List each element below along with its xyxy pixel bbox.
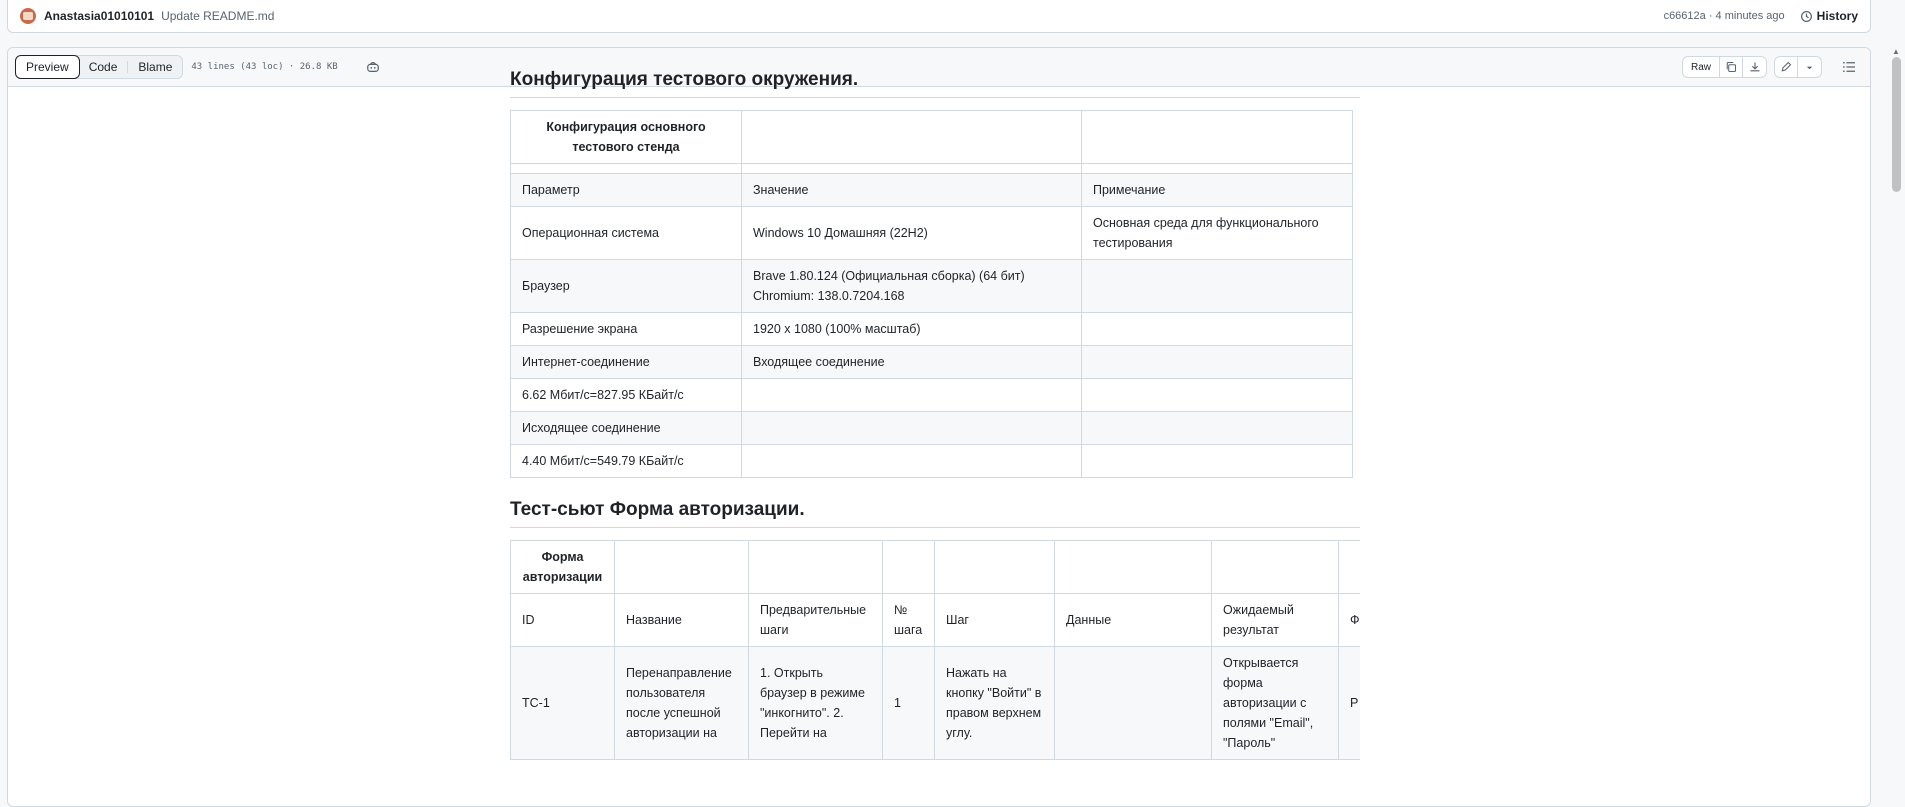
table-title-cell: Конфигурация основного тестового стенда — [510, 110, 742, 164]
pencil-icon[interactable] — [1775, 57, 1798, 77]
table-row: Исходящее соединение — [510, 411, 1353, 445]
table-row: Операционная система Windows 10 Домашняя… — [510, 206, 1353, 260]
table-cell: 1. Открыть браузер в режиме "инкогнито".… — [748, 646, 883, 760]
table-cell: Р — [1338, 646, 1360, 760]
table-cell: Разрешение экрана — [510, 312, 742, 346]
test-suite-table: Форма авторизации ID Название Предварите… — [510, 540, 1360, 760]
commit-author-link[interactable]: Anastasia01010101 — [44, 9, 154, 23]
heading-environment: Конфигурация тестового окружения. — [510, 60, 1360, 98]
empty-header-cell — [614, 540, 749, 594]
spacer-cell — [1081, 163, 1353, 174]
table-cell: Основная среда для функционального тести… — [1081, 206, 1353, 260]
table-title-cell: Форма авторизации — [510, 540, 615, 594]
table-cell: 1 — [882, 646, 935, 760]
history-button[interactable]: History — [1800, 9, 1858, 23]
table-cell — [1081, 411, 1353, 445]
table-row: 6.62 Мбит/с=827.95 КБайт/с — [510, 378, 1353, 412]
environment-table: Конфигурация основного тестового стенда … — [510, 110, 1353, 478]
table-row: Интернет-соединение Входящее соединение — [510, 345, 1353, 379]
table-cell — [1081, 312, 1353, 346]
history-label: History — [1816, 9, 1858, 23]
tab-blame[interactable]: Blame — [128, 56, 182, 78]
table-cell: Браузер — [510, 259, 742, 313]
table-cell: Данные — [1054, 593, 1212, 647]
table-cell — [741, 411, 1082, 445]
table-cell: Ожидаемый результат — [1211, 593, 1339, 647]
table-cell: Brave 1.80.124 (Официальная сборка) (64 … — [741, 259, 1082, 313]
table-cell: Значение — [741, 173, 1082, 207]
page-scrollbar[interactable]: ▲ — [1888, 47, 1905, 779]
edit-group — [1774, 56, 1822, 78]
table-cell: Предварительные шаги — [748, 593, 883, 647]
view-mode-tabs: Preview Code Blame — [15, 55, 184, 79]
empty-header-cell — [1211, 540, 1339, 594]
raw-button[interactable]: Raw — [1683, 57, 1720, 77]
table-cell: Windows 10 Домашняя (22H2) — [741, 206, 1082, 260]
table-cell — [741, 444, 1082, 478]
table-cell: 6.62 Мбит/с=827.95 КБайт/с — [510, 378, 742, 412]
copilot-icon[interactable] — [366, 60, 380, 74]
table-cell: Перенаправление пользователя после успеш… — [614, 646, 749, 760]
spacer-cell — [510, 163, 742, 174]
table-cell — [1081, 345, 1353, 379]
table-row: ID Название Предварительные шаги № шага … — [510, 593, 1360, 647]
outline-icon[interactable] — [1835, 56, 1863, 78]
test-suite-table-scroll[interactable]: Форма авторизации ID Название Предварите… — [510, 540, 1360, 760]
scroll-up-icon[interactable]: ▲ — [1892, 47, 1900, 56]
table-cell: Операционная система — [510, 206, 742, 260]
table-cell: ID — [510, 593, 615, 647]
download-icon[interactable] — [1743, 57, 1766, 77]
table-cell — [1081, 378, 1353, 412]
table-cell — [1081, 444, 1353, 478]
copy-icon[interactable] — [1720, 57, 1743, 77]
tab-code[interactable]: Code — [79, 56, 128, 78]
table-cell: № шага — [882, 593, 935, 647]
file-actions: Raw — [1681, 56, 1863, 78]
table-cell: Шаг — [934, 593, 1055, 647]
table-cell: Примечание — [1081, 173, 1353, 207]
table-cell: Название — [614, 593, 749, 647]
readme-content: Конфигурация тестового окружения. Конфиг… — [510, 60, 1360, 760]
empty-header-cell — [1054, 540, 1212, 594]
spacer-cell — [741, 163, 1082, 174]
table-cell — [1054, 646, 1212, 760]
table-row: Параметр Значение Примечание — [510, 173, 1353, 207]
file-info: 43 lines (43 loc) · 26.8 KB — [191, 62, 338, 72]
table-cell: Нажать на кнопку "Войти" в правом верхне… — [934, 646, 1055, 760]
empty-header-cell — [1338, 540, 1360, 594]
commit-meta: c66612a · 4 minutes ago History — [1664, 9, 1858, 23]
commit-message-link[interactable]: Update README.md — [161, 9, 274, 23]
empty-header-cell — [934, 540, 1055, 594]
table-cell: Входящее соединение — [741, 345, 1082, 379]
raw-copy-download-group: Raw — [1681, 56, 1767, 78]
avatar[interactable] — [20, 8, 36, 24]
chevron-down-icon[interactable] — [1798, 57, 1821, 77]
commit-hash-time[interactable]: c66612a · 4 minutes ago — [1664, 10, 1785, 22]
table-row: Разрешение экрана 1920 x 1080 (100% масш… — [510, 312, 1353, 346]
table-cell: 4.40 Мбит/с=549.79 КБайт/с — [510, 444, 742, 478]
table-row: TC-1 Перенаправление пользователя после … — [510, 646, 1360, 760]
empty-header-cell — [741, 110, 1082, 164]
empty-header-cell — [748, 540, 883, 594]
table-cell: Открывается форма авторизации с полями "… — [1211, 646, 1339, 760]
table-cell: TC-1 — [510, 646, 615, 760]
table-cell: Ф р — [1338, 593, 1360, 647]
table-cell: Интернет-соединение — [510, 345, 742, 379]
empty-header-cell — [1081, 110, 1353, 164]
table-cell — [741, 378, 1082, 412]
heading-test-suite: Тест-сьют Форма авторизации. — [510, 490, 1360, 528]
empty-header-cell — [882, 540, 935, 594]
table-row: 4.40 Мбит/с=549.79 КБайт/с — [510, 444, 1353, 478]
table-cell — [1081, 259, 1353, 313]
history-icon — [1800, 10, 1812, 22]
latest-commit-bar: Anastasia01010101 Update README.md c6661… — [7, 0, 1871, 33]
scrollbar-thumb[interactable] — [1892, 57, 1901, 192]
table-cell: Параметр — [510, 173, 742, 207]
table-cell: 1920 x 1080 (100% масштаб) — [741, 312, 1082, 346]
table-cell: Исходящее соединение — [510, 411, 742, 445]
tab-preview[interactable]: Preview — [15, 55, 80, 79]
table-row: Браузер Brave 1.80.124 (Официальная сбор… — [510, 259, 1353, 313]
